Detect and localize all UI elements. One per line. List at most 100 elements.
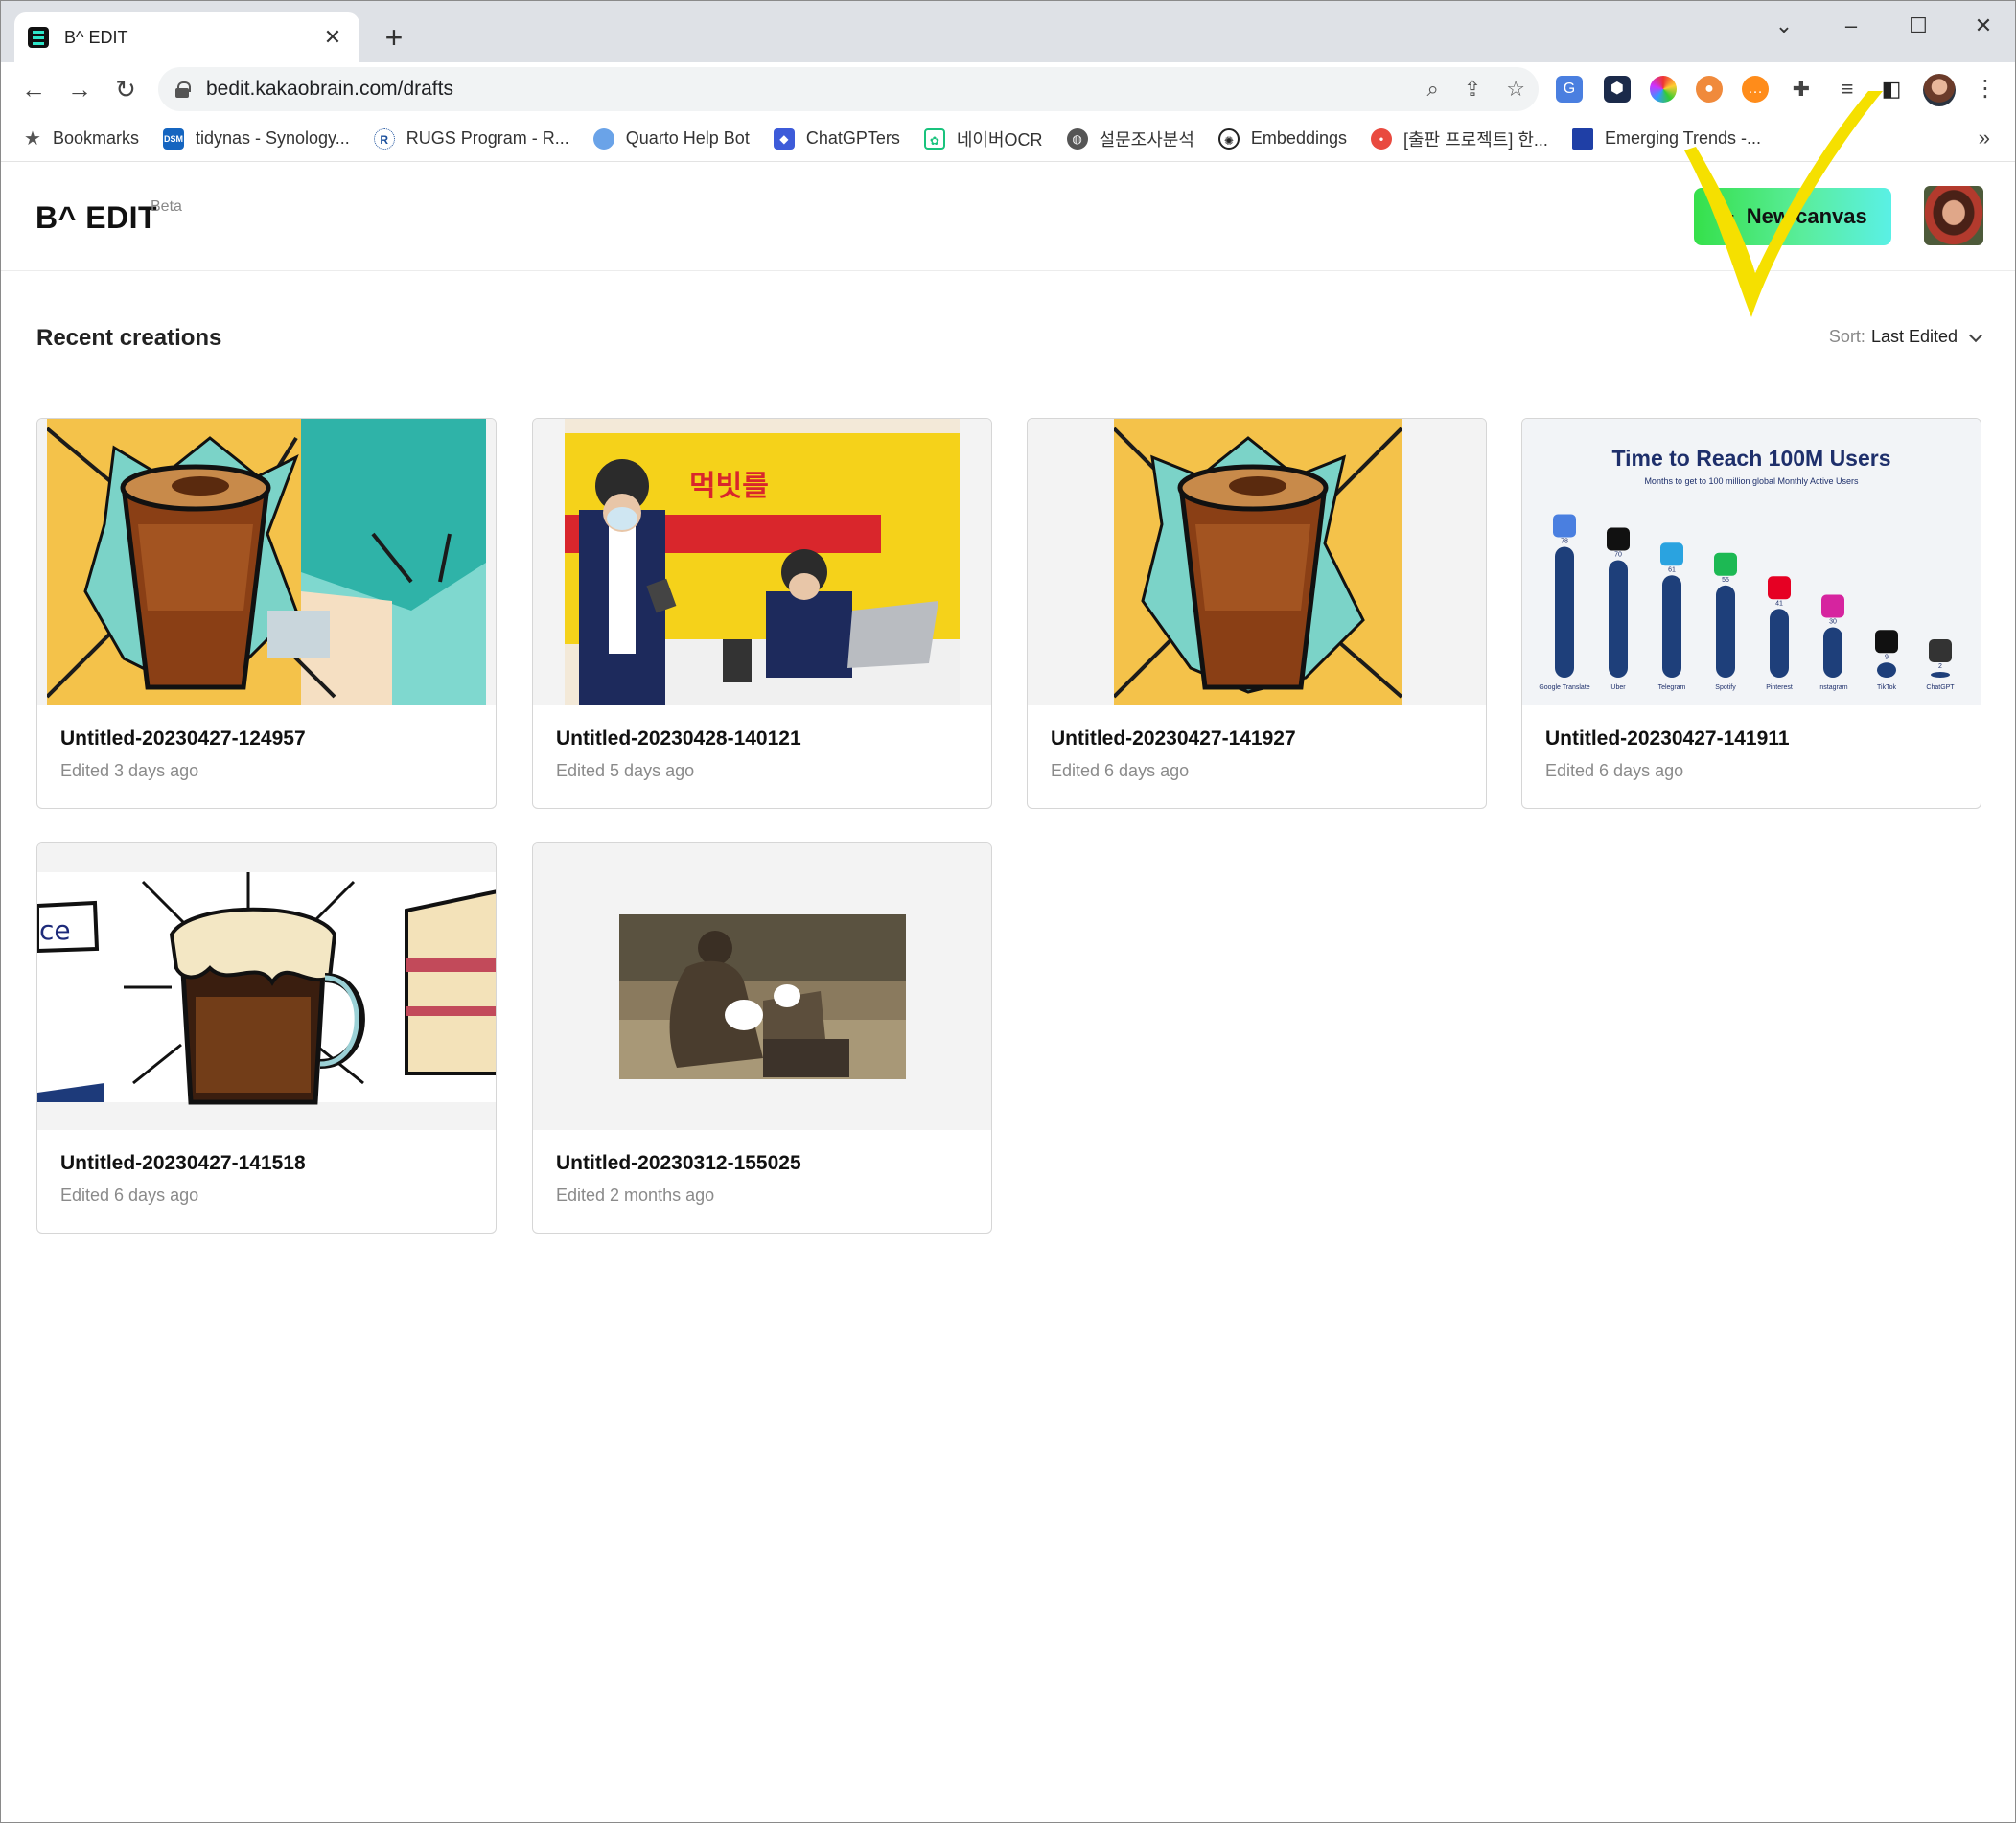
creation-card[interactable]: Untitled-20230427-124957 Edited 3 days a… xyxy=(36,418,497,809)
creation-card[interactable]: 먹빗를 Untitled-20230428-140121 Edited 5 da… xyxy=(532,418,992,809)
card-edited-time: Edited 6 days ago xyxy=(1051,761,1190,780)
chart-category-label: Telegram xyxy=(1658,684,1686,691)
minimize-button[interactable]: – xyxy=(1822,7,1880,45)
hex-extension-icon[interactable]: ⬢ xyxy=(1604,76,1631,103)
beer-and-cake-image: ce xyxy=(37,843,496,1130)
app-logo-icon xyxy=(1553,514,1576,538)
chart-value-label: 2 xyxy=(1938,663,1942,670)
chart-bar-instagram xyxy=(1823,627,1842,678)
creation-card[interactable]: Time to Reach 100M Users Months to get t… xyxy=(1521,418,1981,809)
trends-icon xyxy=(1571,127,1593,150)
bookmark-item-naver-ocr[interactable]: ✿ 네이버OCR xyxy=(923,127,1043,151)
pop-art-coffee-image xyxy=(47,419,486,705)
card-thumbnail: ce xyxy=(37,843,496,1130)
card-thumbnail xyxy=(1028,419,1486,705)
chart-category-label: Spotify xyxy=(1715,684,1736,691)
beta-badge: Beta xyxy=(151,198,182,215)
app-header: B^ EDIT Beta + New canvas xyxy=(1,162,2015,271)
card-edited-time: Edited 6 days ago xyxy=(1545,761,1684,780)
user-avatar[interactable] xyxy=(1924,186,1983,245)
recent-creations-heading: Recent creations xyxy=(36,325,222,351)
chevron-down-icon xyxy=(1968,328,1983,342)
forward-arrow-icon[interactable]: → xyxy=(62,72,97,106)
more-bookmarks-icon[interactable]: » xyxy=(1979,126,1990,150)
card-title: Untitled-20230427-141911 xyxy=(1545,727,1790,750)
profile-avatar-icon[interactable] xyxy=(1923,74,1956,106)
creation-card[interactable]: Untitled-20230427-141927 Edited 6 days a… xyxy=(1027,418,1487,809)
side-panel-icon[interactable]: ◧ xyxy=(1878,76,1905,103)
card-edited-time: Edited 5 days ago xyxy=(556,761,695,780)
tab-search-chevron-icon[interactable]: ⌄ xyxy=(1755,7,1813,45)
card-title: Untitled-20230428-140121 xyxy=(556,727,801,750)
bookmark-item-tidynas[interactable]: DSM tidynas - Synology... xyxy=(162,127,350,150)
browser-window: B^ EDIT ✕ + ⌄ – ☐ ✕ ← → ↻ bedit.kakaobra… xyxy=(0,0,2016,1823)
bookmark-item-survey[interactable]: ◍ 설문조사분석 xyxy=(1066,127,1194,151)
app-logo-icon xyxy=(1660,542,1683,566)
chart-bar-uber xyxy=(1609,560,1628,678)
url-text: bedit.kakaobrain.com/drafts xyxy=(206,78,453,100)
tab-title: B^ EDIT xyxy=(64,27,128,47)
sort-value: Last Edited xyxy=(1870,327,1958,346)
chart-bar-telegram xyxy=(1662,575,1681,678)
creation-card[interactable]: Untitled-20230312-155025 Edited 2 months… xyxy=(532,842,992,1234)
chart-category-label: Instagram xyxy=(1818,684,1847,691)
card-edited-time: Edited 3 days ago xyxy=(60,761,199,780)
bookmark-item-quarto[interactable]: Quarto Help Bot xyxy=(592,127,750,150)
new-canvas-button[interactable]: + New canvas xyxy=(1694,188,1891,245)
share-icon[interactable]: ⇪ xyxy=(1464,77,1481,102)
lock-icon xyxy=(175,81,191,98)
tab-strip: B^ EDIT ✕ + ⌄ – ☐ ✕ xyxy=(1,1,2015,62)
bookmark-item-chatgpters[interactable]: ◆ ChatGPTers xyxy=(773,127,900,150)
orange-extension-icon[interactable]: ● xyxy=(1696,76,1723,103)
chatgpters-icon: ◆ xyxy=(773,127,795,150)
svg-text:ce: ce xyxy=(39,914,71,946)
chart-value-label: 9 xyxy=(1885,654,1889,660)
svg-text:먹빗를: 먹빗를 xyxy=(689,470,769,503)
star-icon: ★ xyxy=(24,128,41,150)
chat-extension-icon[interactable]: … xyxy=(1742,76,1769,103)
translate-extension-icon[interactable]: G xyxy=(1556,76,1583,103)
app-logo-icon xyxy=(1929,639,1952,662)
bookmark-item-trends[interactable]: Emerging Trends -... xyxy=(1571,127,1761,150)
project-icon: • xyxy=(1371,127,1392,150)
reload-icon[interactable]: ↻ xyxy=(108,72,143,106)
back-arrow-icon[interactable]: ← xyxy=(16,72,51,106)
chart-category-label: TikTok xyxy=(1877,684,1896,691)
bookmark-item-bookmarks[interactable]: ★ Bookmarks xyxy=(24,127,139,150)
new-canvas-label: New canvas xyxy=(1746,204,1867,228)
bedit-favicon-icon xyxy=(28,27,49,48)
sort-dropdown[interactable]: Sort: Last Edited xyxy=(1829,327,1983,347)
bookmark-star-icon[interactable]: ☆ xyxy=(1506,77,1525,102)
quarto-icon xyxy=(592,127,614,150)
bookmark-item-publishing[interactable]: • [출판 프로젝트] 한... xyxy=(1371,127,1548,151)
bookmark-item-embeddings[interactable]: ✺ Embeddings xyxy=(1217,127,1347,150)
chart-value-label: 70 xyxy=(1614,552,1622,559)
chart-category-label: Google Translate xyxy=(1539,684,1589,691)
card-edited-time: Edited 6 days ago xyxy=(60,1186,199,1205)
new-tab-button[interactable]: + xyxy=(375,18,413,57)
menu-kebab-icon[interactable]: ⋮ xyxy=(1972,76,1999,103)
creation-card[interactable]: ce Untitled-20230427-141518 Edited 6 day… xyxy=(36,842,497,1234)
color-picker-extension-icon[interactable] xyxy=(1650,76,1677,103)
chart-value-label: 55 xyxy=(1722,577,1729,584)
close-window-button[interactable]: ✕ xyxy=(1955,7,2012,45)
puzzle-extensions-icon[interactable]: ✚ xyxy=(1788,76,1815,103)
browser-tab[interactable]: B^ EDIT ✕ xyxy=(14,12,359,62)
thumb-chart-subtitle: Months to get to 100 million global Mont… xyxy=(1644,476,1859,486)
close-tab-icon[interactable]: ✕ xyxy=(319,25,346,50)
reading-list-icon[interactable]: ≡ xyxy=(1834,76,1861,103)
maximize-button[interactable]: ☐ xyxy=(1889,7,1947,45)
app-logo-icon xyxy=(1607,527,1630,551)
card-thumbnail xyxy=(533,843,991,1130)
address-bar[interactable]: bedit.kakaobrain.com/drafts ⌕ ⇪ ☆ xyxy=(158,67,1539,111)
card-title: Untitled-20230427-141518 xyxy=(60,1152,306,1174)
chart-category-label: Pinterest xyxy=(1766,684,1793,691)
browser-toolbar: ← → ↻ bedit.kakaobrain.com/drafts ⌕ ⇪ ☆ … xyxy=(1,62,2015,116)
app-logo[interactable]: B^ EDIT xyxy=(35,200,157,236)
clova-icon: ✿ xyxy=(923,127,945,150)
bookmark-item-rugs[interactable]: R RUGS Program - R... xyxy=(373,127,569,150)
card-edited-time: Edited 2 months ago xyxy=(556,1186,715,1205)
chart-category-label: ChatGPT xyxy=(1926,684,1955,691)
search-icon[interactable]: ⌕ xyxy=(1427,77,1439,102)
app-logo-icon xyxy=(1714,552,1737,576)
